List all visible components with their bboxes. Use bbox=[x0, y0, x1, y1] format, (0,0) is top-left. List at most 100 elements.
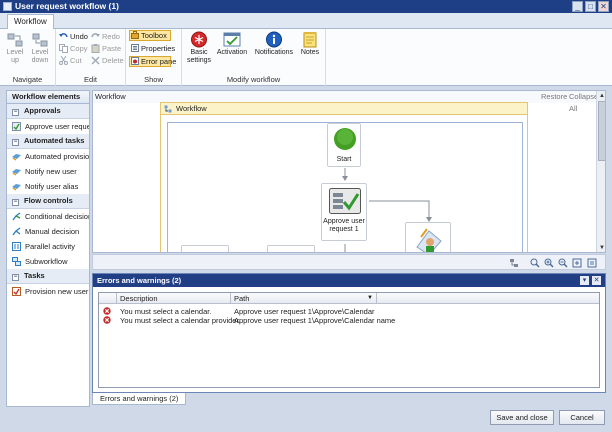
level-down-icon bbox=[32, 33, 48, 47]
task-node[interactable] bbox=[405, 222, 451, 252]
scroll-thumb[interactable] bbox=[598, 101, 605, 161]
start-circle-icon bbox=[334, 128, 356, 150]
notifications-button[interactable]: Notifications bbox=[253, 29, 295, 57]
basic-settings-button[interactable]: Basic settings bbox=[186, 29, 212, 65]
collapse-toggle-icon[interactable]: − bbox=[12, 199, 19, 206]
error-description: You must select a calendar. bbox=[120, 307, 212, 316]
toolbox-item-approve-user-request[interactable]: Approve user request bbox=[7, 119, 89, 134]
zoom-out-icon[interactable] bbox=[558, 258, 568, 268]
zoom-reset-icon[interactable] bbox=[530, 258, 540, 268]
scroll-down-icon[interactable]: ▼ bbox=[598, 244, 605, 252]
level-up-button[interactable]: Level up bbox=[3, 29, 27, 65]
undo-button[interactable]: Undo bbox=[59, 31, 88, 42]
scroll-up-icon[interactable]: ▲ bbox=[598, 92, 605, 100]
undo-icon bbox=[59, 33, 68, 38]
toolbox-icon bbox=[131, 31, 139, 39]
activation-button[interactable]: Activation bbox=[215, 29, 249, 57]
toolbox-item-label: Conditional decision bbox=[25, 212, 89, 221]
error-row[interactable]: You must select a calendar provider. App… bbox=[99, 316, 599, 325]
user-task-icon bbox=[416, 228, 442, 252]
category-flow-controls[interactable]: − Flow controls bbox=[7, 194, 89, 209]
designer-breadcrumb[interactable]: Workflow bbox=[95, 91, 126, 103]
fit-to-window-icon[interactable] bbox=[572, 258, 582, 268]
toolbox-item-label: Notify new user bbox=[25, 167, 77, 176]
redo-icon bbox=[91, 33, 100, 38]
paste-button[interactable]: Paste bbox=[91, 43, 121, 54]
activation-label: Activation bbox=[216, 49, 248, 56]
workflow-designer[interactable]: Workflow Restore Collapse All Workflow S… bbox=[92, 90, 606, 253]
collapse-toggle-icon[interactable]: − bbox=[12, 109, 19, 116]
workflow-container[interactable]: Workflow Start Approve user request 1 bbox=[160, 102, 528, 252]
toolbox-item-label: Provision new user bbox=[25, 287, 89, 296]
tab-workflow[interactable]: Workflow bbox=[7, 14, 54, 29]
zoom-in-icon[interactable] bbox=[544, 258, 554, 268]
delete-icon bbox=[91, 56, 100, 65]
minimize-button[interactable]: _ bbox=[572, 1, 583, 12]
path-column-header[interactable]: Path ▼ bbox=[231, 293, 377, 304]
toolbox-item-subworkflow[interactable]: Subworkflow bbox=[7, 254, 89, 269]
copy-label: Copy bbox=[70, 44, 88, 53]
category-approvals[interactable]: − Approvals bbox=[7, 104, 89, 119]
collapse-toggle-icon[interactable]: − bbox=[12, 139, 19, 146]
restore-link[interactable]: Restore bbox=[541, 91, 567, 103]
conditional-decision-icon bbox=[12, 212, 21, 221]
edit-group: Undo Redo Copy Paste Cut Delete Edit bbox=[56, 29, 126, 86]
overview-icon[interactable] bbox=[587, 258, 597, 268]
activation-icon bbox=[223, 32, 241, 47]
category-automated-tasks[interactable]: − Automated tasks bbox=[7, 134, 89, 149]
properties-toggle[interactable]: Properties bbox=[129, 43, 175, 54]
toolbox-toggle[interactable]: Toolbox bbox=[129, 30, 171, 41]
toolbox-item-provision-new-user[interactable]: Provision new user bbox=[7, 284, 89, 299]
category-label: Approvals bbox=[24, 106, 61, 115]
toolbox-item-automated-provision[interactable]: Automated provision bbox=[7, 149, 89, 164]
modify-workflow-group: Basic settings Activation Notifications … bbox=[182, 29, 326, 86]
cancel-button[interactable]: Cancel bbox=[559, 410, 605, 425]
cut-icon bbox=[59, 56, 68, 65]
redo-button[interactable]: Redo bbox=[91, 31, 120, 42]
designer-vertical-scrollbar[interactable]: ▲ ▼ bbox=[596, 91, 605, 252]
tab-errors-and-warnings[interactable]: Errors and warnings (2) bbox=[92, 393, 187, 405]
branch-node[interactable] bbox=[181, 245, 229, 252]
automated-task-icon bbox=[12, 184, 21, 191]
delete-button[interactable]: Delete bbox=[91, 55, 124, 66]
toolbox-item-notify-user-alias[interactable]: Notify user alias bbox=[7, 179, 89, 194]
toolbox-item-label: Subworkflow bbox=[25, 257, 68, 266]
maximize-button[interactable]: □ bbox=[585, 1, 596, 12]
basic-settings-icon bbox=[191, 31, 207, 48]
error-pane-label: Error pane bbox=[141, 57, 177, 66]
category-tasks[interactable]: − Tasks bbox=[7, 269, 89, 284]
error-pane-toggle[interactable]: Error pane bbox=[129, 56, 176, 67]
icon-column-header bbox=[99, 293, 117, 304]
paste-label: Paste bbox=[102, 44, 122, 53]
layout-icon[interactable] bbox=[509, 258, 519, 268]
toolbox-item-label: Approve user request bbox=[25, 122, 89, 131]
workflow-elements-panel: Workflow elements − Approvals Approve use… bbox=[6, 90, 90, 407]
branch-node[interactable] bbox=[267, 245, 315, 252]
close-button[interactable]: ✕ bbox=[598, 1, 609, 12]
toolbox-item-parallel-activity[interactable]: Parallel activity bbox=[7, 239, 89, 254]
redo-label: Redo bbox=[102, 32, 120, 41]
toolbox-item-label: Automated provision bbox=[25, 152, 89, 161]
show-buttons: Toolbox Properties Error pane bbox=[129, 29, 179, 74]
toolbox-item-notify-new-user[interactable]: Notify new user bbox=[7, 164, 89, 179]
toolbox-item-conditional-decision[interactable]: Conditional decision bbox=[7, 209, 89, 224]
error-row[interactable]: You must select a calendar. Approve user… bbox=[99, 307, 599, 316]
navigate-group-label: Navigate bbox=[12, 75, 43, 84]
panel-close-icon[interactable]: ✕ bbox=[592, 276, 601, 285]
cut-button[interactable]: Cut bbox=[59, 55, 82, 66]
copy-button[interactable]: Copy bbox=[59, 43, 88, 54]
level-down-button[interactable]: Level down bbox=[28, 29, 52, 65]
start-node[interactable]: Start bbox=[327, 123, 361, 167]
notes-button[interactable]: Notes bbox=[299, 29, 321, 57]
collapse-toggle-icon[interactable]: − bbox=[12, 274, 19, 281]
category-label: Automated tasks bbox=[24, 136, 85, 145]
level-up-icon bbox=[7, 33, 23, 47]
collapse-all-link[interactable]: Collapse All bbox=[569, 91, 598, 115]
toolbox-item-manual-decision[interactable]: Manual decision bbox=[7, 224, 89, 239]
approve-node[interactable]: Approve user request 1 bbox=[321, 183, 367, 241]
toolbox-item-label: Parallel activity bbox=[25, 242, 76, 251]
panel-dropdown-icon[interactable]: ▾ bbox=[580, 276, 589, 285]
save-and-close-button[interactable]: Save and close bbox=[490, 410, 554, 425]
error-icon bbox=[103, 307, 111, 315]
description-column-header[interactable]: Description bbox=[117, 293, 231, 304]
